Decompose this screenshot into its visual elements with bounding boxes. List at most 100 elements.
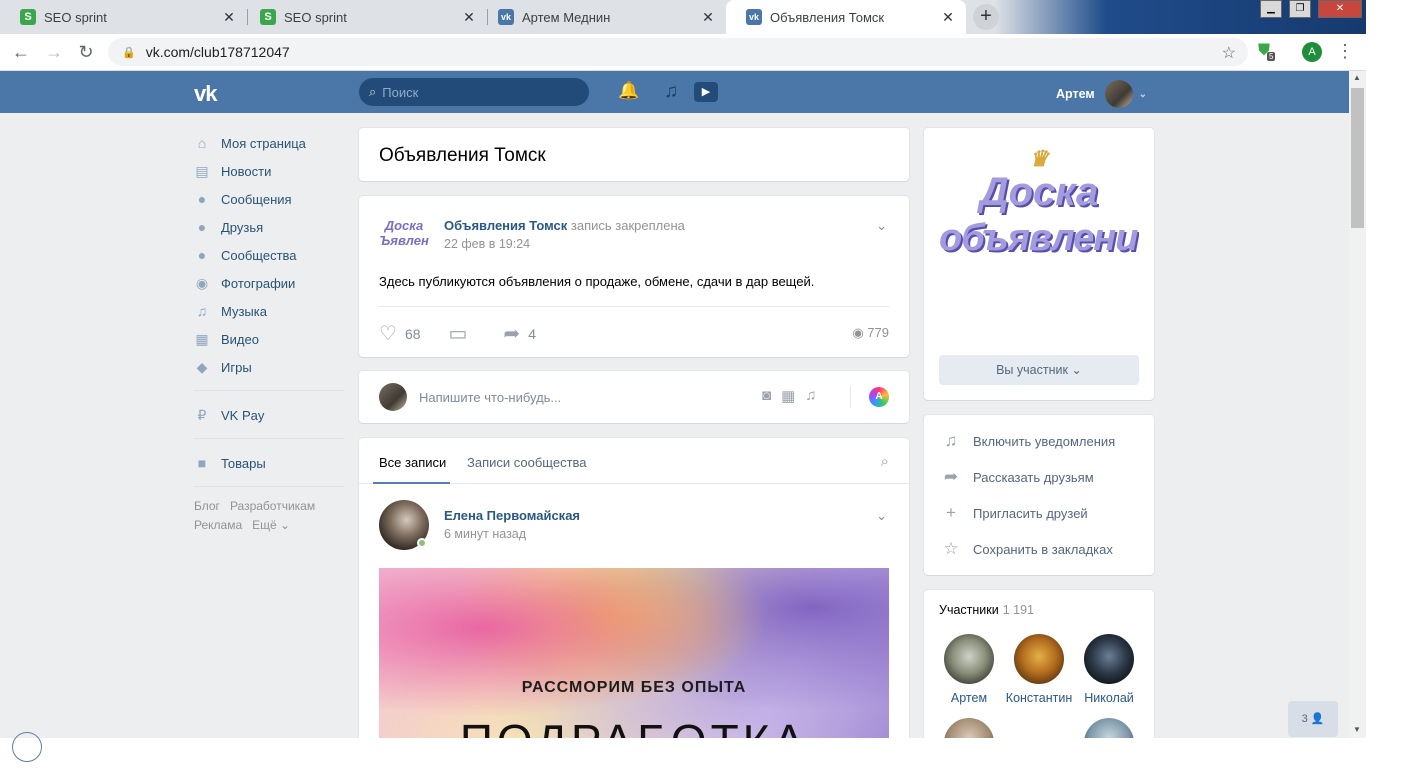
share-count: 4 [528,325,536,342]
divider [379,306,889,307]
close-tab-icon[interactable]: ✕ [940,9,956,26]
group-avatar[interactable]: Доска Ъявлен [379,210,429,260]
profile-avatar[interactable]: A [1302,42,1322,62]
browser-tab-obyavleniya[interactable]: vk Объявления Томск ✕ [726,0,966,34]
bell-icon[interactable]: 🔔 [618,81,639,101]
nav-item-my-page[interactable]: ⌂ Моя страница [194,129,344,157]
share-icon: ➦ [503,323,521,345]
chat-bubble-icon[interactable] [12,732,42,762]
save-bookmark[interactable]: ☆ Сохранить в закладках [940,539,1112,559]
member-artem[interactable]: Артем [934,634,1004,705]
tell-friends[interactable]: ➦ Рассказать друзьям [940,467,1094,487]
member-name: Константин [1005,691,1073,705]
browser-tab-seo-sprint-1[interactable]: S SEO sprint ✕ [0,0,247,34]
post-time[interactable]: 22 фев в 19:24 [444,237,530,251]
page-scrollbar[interactable]: ▲ ▼ [1349,71,1366,738]
poster-icon[interactable]: A [869,387,889,407]
browser-tab-seo-sprint-2[interactable]: S SEO sprint ✕ [240,0,487,34]
user-avatar [379,383,407,411]
nav-item-vkpay[interactable]: ₽ VK Pay [194,401,344,429]
post-image[interactable]: РАССМОРИМ БЕЗ ОПЫТА ПОДРАБОТКА [379,568,889,738]
restore-button[interactable]: ❐ [1289,0,1311,18]
group-logo[interactable]: ♛ Доска объявлений [939,146,1139,316]
friends-online-badge[interactable]: 3 👤 [1288,701,1338,737]
members-header[interactable]: Участники 1 191 [939,603,1034,617]
scrollbar-thumb[interactable] [1351,88,1364,228]
nav-item-games[interactable]: ◆ Игры [194,353,344,381]
nav-label: Музыка [221,303,267,319]
member-avatar[interactable] [944,718,994,738]
nav-item-music[interactable]: ♫ Музыка [194,297,344,325]
new-tab-button[interactable]: + [973,4,999,30]
vk-logo[interactable]: vk [194,81,218,107]
footer-link-developers[interactable]: Разработчикам [230,499,315,513]
extension-shield-icon[interactable]: ⛊ 5 [1258,42,1278,62]
member-nikolai[interactable]: Николай [1074,634,1144,705]
scroll-up-icon[interactable]: ▲ [1353,73,1361,82]
member-status-button[interactable]: Вы участник ⌄ [939,355,1139,385]
page-content: ⌂ Моя страница ▤ Новости ● Сообщения ● Друзь… [0,113,1349,738]
forward-arrow-icon[interactable]: → [43,42,65,64]
members-count: 1 191 [1002,603,1034,617]
window-bottom-strip [0,732,1408,776]
post-composer[interactable]: Напишите что-нибудь... ◙ ▦ ♫ A [359,371,909,423]
nav-item-photos[interactable]: ◉ Фотографии [194,269,344,297]
comment-button[interactable]: ▭ [449,321,476,346]
seo-sprint-icon: S [20,9,36,25]
goods-icon: ■ [197,455,207,471]
search-icon[interactable]: ⌕ [881,453,889,470]
tab-all-posts[interactable]: Все записи [379,455,446,470]
search-placeholder: Поиск [382,84,419,100]
chevron-down-icon[interactable]: ⌄ [876,218,887,234]
video-icon[interactable]: ▦ [781,387,795,405]
nav-item-communities[interactable]: ● Сообщества [194,241,344,269]
tab-title: Артем Меднин [522,9,611,25]
footer-link-more[interactable]: Ещё ⌄ [252,518,290,532]
minimize-button[interactable]: ▁ [1260,0,1282,18]
nav-item-goods[interactable]: ■ Товары [194,449,344,477]
member-avatar [1014,634,1064,684]
back-arrow-icon[interactable]: ← [10,42,32,64]
address-bar[interactable]: 🔒 vk.com/club178712047 ☆ [108,38,1248,66]
nav-item-news[interactable]: ▤ Новости [194,157,344,185]
nav-item-video[interactable]: ▦ Видео [194,325,344,353]
music-icon[interactable]: ♫ [664,81,678,103]
scroll-down-icon[interactable]: ▼ [1353,725,1361,734]
nav-label: Товары [221,455,266,471]
camera-icon[interactable]: ◙ [762,387,771,405]
chevron-down-icon[interactable]: ⌄ [876,508,887,524]
tab-title: SEO sprint [284,9,347,25]
nav-label: Новости [221,163,272,179]
bookmark-star-icon[interactable]: ☆ [1222,43,1236,63]
post-time[interactable]: 6 минут назад [444,527,526,541]
like-button[interactable]: ♡ 68 [379,321,421,346]
invite-friends[interactable]: + Пригласить друзей [940,503,1088,523]
close-tab-icon[interactable]: ✕ [700,9,716,26]
tab-community-posts[interactable]: Записи сообщества [467,455,587,470]
group-cover-card: ♛ Доска объявлений Вы участник ⌄ [924,128,1154,400]
nav-item-messages[interactable]: ● Сообщения [194,185,344,213]
browser-tab-artem[interactable]: vk Артем Меднин ✕ [478,0,726,34]
share-button[interactable]: ➦ 4 [503,321,536,346]
music-icon[interactable]: ♫ [805,387,816,405]
member-avatar[interactable] [1084,718,1134,738]
camera-icon: ◉ [195,275,209,291]
user-menu[interactable]: Артем ⌄ [1056,80,1147,108]
divider [850,386,851,408]
menu-dots-icon[interactable]: ⋮ [1336,41,1354,62]
post-author[interactable]: Елена Первомайская [444,508,580,523]
close-tab-icon[interactable]: ✕ [221,9,237,26]
reload-icon[interactable]: ↻ [75,42,97,64]
video-play-icon[interactable]: ▶ [694,82,718,102]
footer-link-blog[interactable]: Блог [194,499,220,513]
vkpay-icon: ₽ [197,407,207,423]
member-konstantin[interactable]: Константин [1004,634,1074,705]
group-link[interactable]: Объявления Томск [444,218,567,233]
close-tab-icon[interactable]: ✕ [461,9,477,26]
window-close-button[interactable]: ✕ [1318,0,1362,18]
enable-notifications[interactable]: ♫ Включить уведомления [940,431,1116,451]
search-input[interactable]: ⌕ Поиск [359,78,589,106]
footer-link-ads[interactable]: Реклама [194,518,242,532]
nav-item-friends[interactable]: ● Друзья [194,213,344,241]
action-label: Рассказать друзьям [973,469,1094,485]
